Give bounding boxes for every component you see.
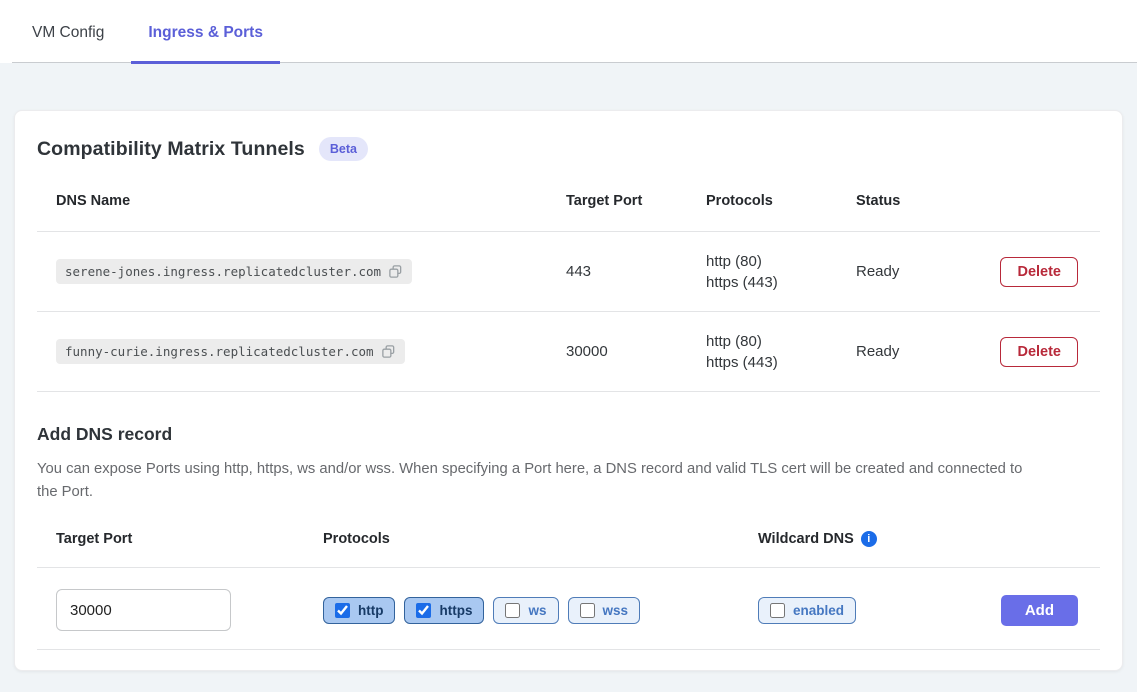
table-row: serene-jones.ingress.replicatedcluster.c… [37,232,1100,312]
enabled-checkbox-label: enabled [793,603,844,618]
delete-button[interactable]: Delete [1000,337,1078,367]
dns-name-pill: serene-jones.ingress.replicatedcluster.c… [56,259,412,284]
tunnels-table-header: DNS Name Target Port Protocols Status [37,161,1100,232]
beta-badge: Beta [319,137,368,161]
form-header-wildcard-dns: Wildcard DNS i [758,531,1078,547]
protocols-cell: http (80) https (443) [706,331,856,373]
protocol-line: http (80) [706,331,856,352]
protocol-line: https (443) [706,272,856,293]
wildcard-enabled-checkbox[interactable]: enabled [758,597,856,624]
copy-button[interactable] [381,344,396,359]
card-bottom-divider [37,649,1100,672]
dns-name-pill: funny-curie.ingress.replicatedcluster.co… [56,339,405,364]
form-header-target-port: Target Port [56,531,323,547]
wildcard-dns-label: Wildcard DNS [758,531,854,547]
info-icon[interactable]: i [861,531,877,547]
header-status: Status [856,193,996,209]
protocol-checkbox-http[interactable]: http [323,597,395,624]
http-checkbox-label: http [358,603,383,618]
dns-name-text: serene-jones.ingress.replicatedcluster.c… [65,264,381,279]
add-form-header: Target Port Protocols Wildcard DNS i [37,531,1100,568]
tab-vm-config[interactable]: VM Config [32,0,104,62]
copy-icon [388,264,403,279]
target-port-value: 30000 [566,343,706,360]
tab-ingress-and-ports[interactable]: Ingress & Ports [131,0,280,64]
form-header-protocols: Protocols [323,531,758,547]
target-port-input[interactable] [56,589,231,631]
copy-button[interactable] [388,264,403,279]
tab-bar-inner: VM Config Ingress & Ports [12,0,1137,63]
delete-button[interactable]: Delete [1000,257,1078,287]
dns-name-text: funny-curie.ingress.replicatedcluster.co… [65,344,374,359]
protocol-line: https (443) [706,352,856,373]
https-checkbox[interactable] [416,603,431,618]
table-row: funny-curie.ingress.replicatedcluster.co… [37,312,1100,392]
add-form-row: http https ws wss enabled Add [37,568,1100,649]
status-value: Ready [856,343,996,360]
header-target-port: Target Port [566,193,706,209]
wss-checkbox-label: wss [603,603,629,618]
card-title-row: Compatibility Matrix Tunnels Beta [37,137,1100,161]
ws-checkbox-label: ws [528,603,546,618]
https-checkbox-label: https [439,603,472,618]
tab-bar: VM Config Ingress & Ports [0,0,1137,63]
tunnels-card: Compatibility Matrix Tunnels Beta DNS Na… [14,110,1123,671]
header-protocols: Protocols [706,193,856,209]
protocol-checkbox-https[interactable]: https [404,597,484,624]
wss-checkbox[interactable] [580,603,595,618]
ws-checkbox[interactable] [505,603,520,618]
status-value: Ready [856,263,996,280]
protocol-checkbox-wss[interactable]: wss [568,597,641,624]
add-dns-record-title: Add DNS record [37,424,1100,445]
enabled-checkbox[interactable] [770,603,785,618]
header-dns-name: DNS Name [56,193,566,209]
card-title: Compatibility Matrix Tunnels [37,138,305,161]
target-port-value: 443 [566,263,706,280]
protocols-cell: http (80) https (443) [706,251,856,293]
add-button[interactable]: Add [1001,595,1078,626]
protocol-line: http (80) [706,251,856,272]
copy-icon [381,344,396,359]
protocol-checkbox-ws[interactable]: ws [493,597,558,624]
protocol-checkbox-group: http https ws wss [323,597,758,624]
add-dns-record-description: You can expose Ports using http, https, … [37,458,1045,504]
http-checkbox[interactable] [335,603,350,618]
